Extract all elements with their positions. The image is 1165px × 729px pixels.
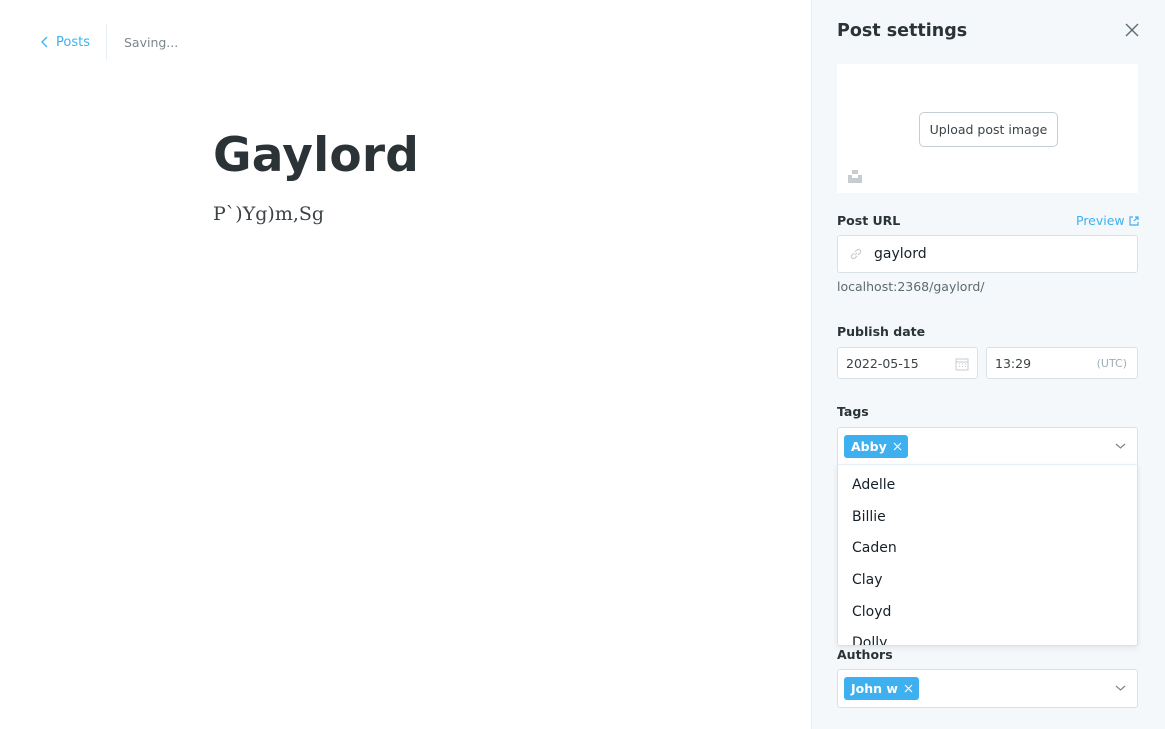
publish-date-input[interactable]: 2022-05-15 [837, 347, 978, 379]
save-status: Saving... [123, 34, 179, 50]
publish-date-label: Publish date [837, 324, 926, 339]
tags-dropdown: Adelle Billie Caden Clay Cloyd Dolly [837, 464, 1138, 646]
chevron-left-icon [41, 36, 48, 48]
tag-token: Abby [844, 435, 908, 458]
editor-pane: Posts Saving... Gaylord P`)Yg)m,Sg [0, 0, 811, 729]
date-value: 2022-05-15 [846, 355, 919, 371]
post-body[interactable]: P`)Yg)m,Sg [213, 203, 324, 225]
tag-option[interactable]: Cloyd [838, 596, 1137, 628]
preview-label: Preview [1076, 213, 1125, 228]
timezone-label: (UTC) [1096, 356, 1127, 370]
authors-input[interactable]: John w [837, 669, 1138, 708]
author-token-label: John w [851, 681, 898, 696]
tag-option[interactable]: Dolly [838, 627, 1137, 645]
panel-title: Post settings [837, 21, 968, 41]
upload-post-image-button[interactable]: Upload post image [919, 112, 1058, 147]
tag-option[interactable]: Billie [838, 501, 1137, 533]
external-link-icon [1129, 215, 1139, 226]
post-image-area: Upload post image [837, 64, 1138, 193]
remove-token-icon[interactable] [904, 684, 913, 693]
back-link-label: Posts [56, 34, 90, 50]
post-url-hint: localhost:2368/gaylord/ [837, 279, 985, 294]
editor-topbar: Posts Saving... [40, 24, 178, 60]
back-to-posts-link[interactable]: Posts [40, 24, 106, 60]
post-url-label: Post URL [837, 213, 901, 228]
authors-label: Authors [837, 647, 893, 662]
remove-token-icon[interactable] [893, 442, 902, 451]
post-url-input[interactable]: gaylord [837, 235, 1138, 273]
post-settings-panel: Post settings Upload post image Post URL… [811, 0, 1165, 729]
tag-option[interactable]: Adelle [838, 469, 1137, 501]
tag-option[interactable]: Clay [838, 564, 1137, 596]
unsplash-icon[interactable] [848, 169, 862, 183]
calendar-icon[interactable] [955, 357, 969, 371]
post-title[interactable]: Gaylord [213, 128, 419, 183]
tags-label: Tags [837, 404, 869, 419]
chevron-down-icon[interactable] [1115, 684, 1126, 692]
tag-option[interactable]: Caden [838, 532, 1137, 564]
post-url-value: gaylord [874, 246, 927, 262]
link-icon [850, 248, 862, 260]
tags-input[interactable]: Abby [837, 427, 1138, 465]
preview-link[interactable]: Preview [1076, 213, 1139, 228]
time-value: 13:29 [995, 355, 1032, 371]
tag-token-label: Abby [851, 439, 887, 454]
chevron-down-icon[interactable] [1115, 442, 1126, 450]
author-token: John w [844, 677, 919, 700]
publish-time-input[interactable]: 13:29 (UTC) [986, 347, 1138, 379]
close-icon[interactable] [1124, 22, 1140, 38]
